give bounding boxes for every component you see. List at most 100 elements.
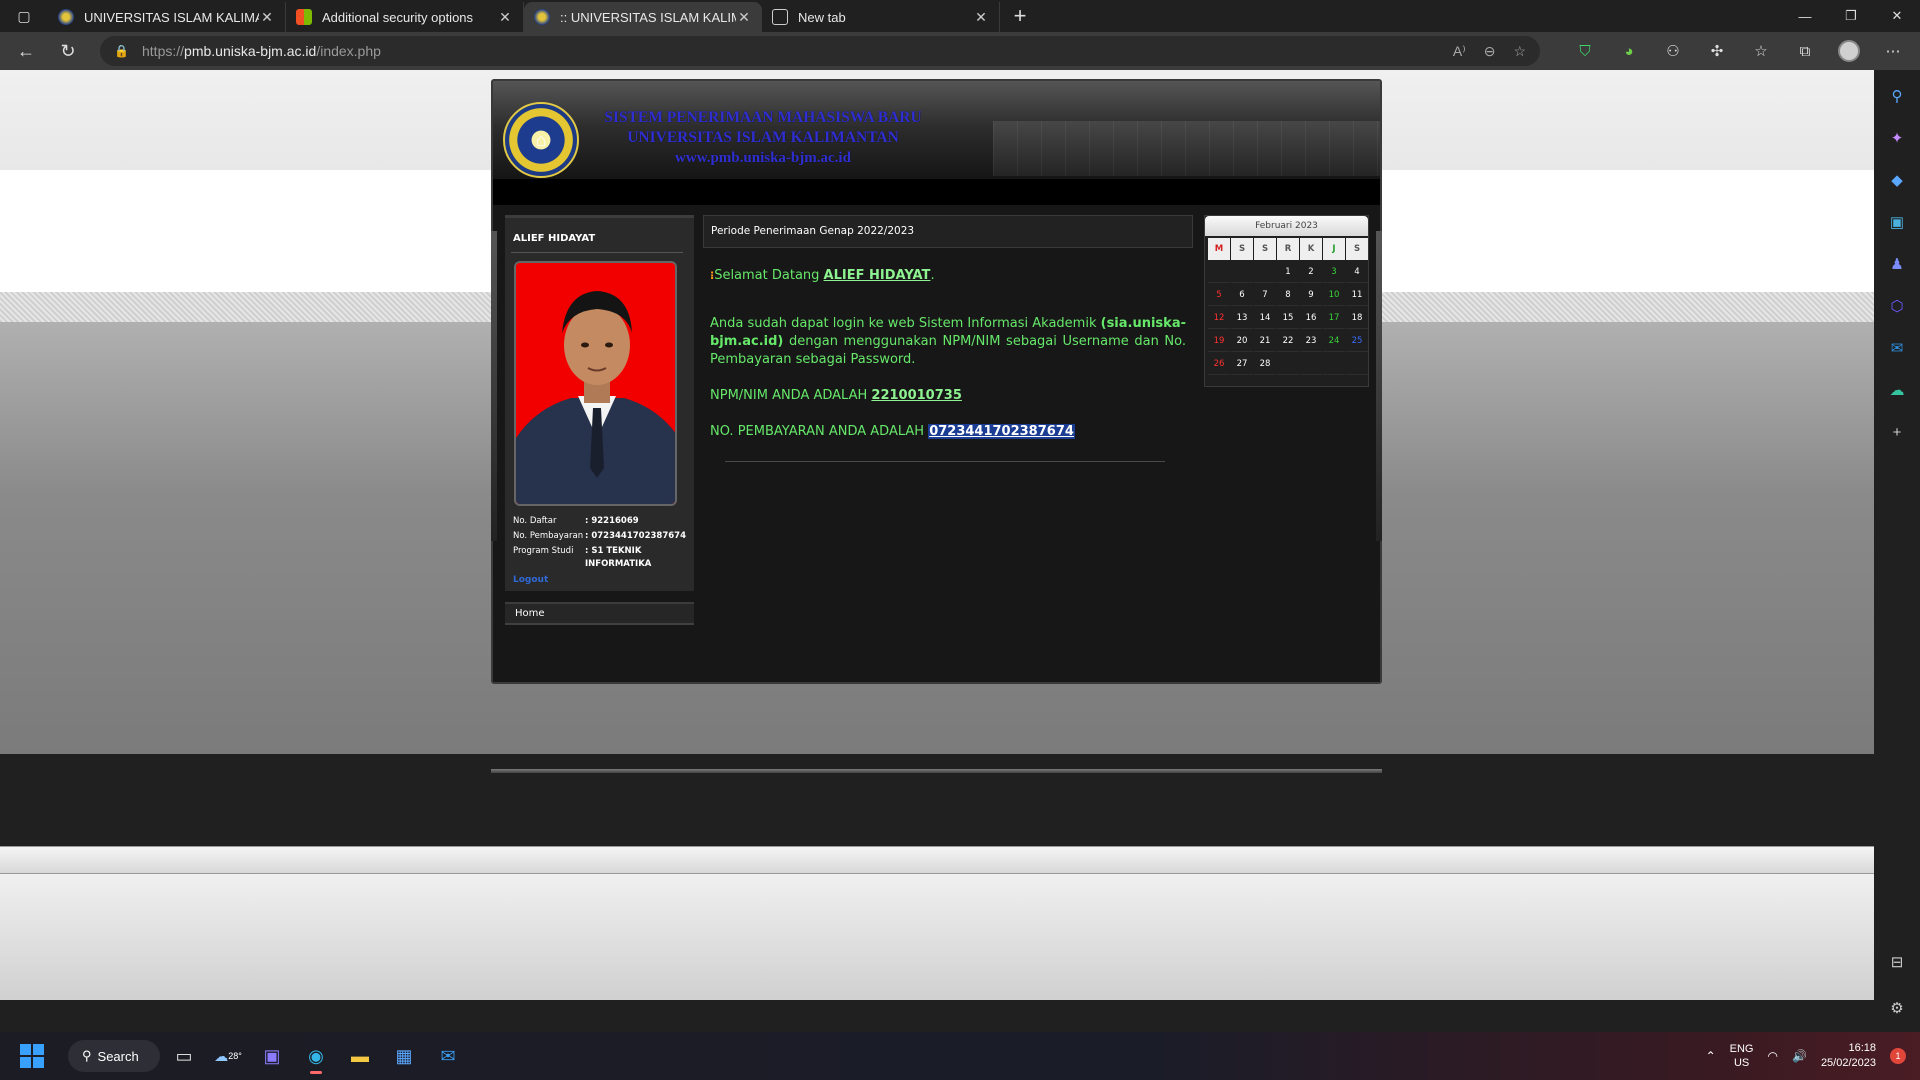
collections-icon[interactable]: ⧉ <box>1790 36 1820 66</box>
edge-icon[interactable]: ◉ <box>296 1036 336 1076</box>
calendar-day[interactable]: 2 <box>1300 261 1322 283</box>
close-icon[interactable]: ✕ <box>973 9 989 26</box>
tab-security-options[interactable]: Additional security options ✕ <box>286 2 524 32</box>
search-icon[interactable]: ⚲ <box>1883 82 1911 110</box>
gear-icon[interactable]: ⚙ <box>1883 994 1911 1022</box>
new-tab-button[interactable]: + <box>1004 0 1036 32</box>
welcome-name-link[interactable]: ALIEF HIDAYAT <box>824 268 931 283</box>
page-viewport: ⌂ SISTEM PENERIMAAN MAHASISWA BARU UNIVE… <box>0 70 1874 1032</box>
shopping-tag-icon[interactable]: ◆ <box>1883 166 1911 194</box>
calendar-day[interactable]: 10 <box>1323 284 1345 306</box>
calendar-day[interactable]: 22 <box>1277 330 1299 352</box>
language-indicator[interactable]: ENG US <box>1730 1042 1754 1070</box>
tab-uniska-active[interactable]: :: UNIVERSITAS ISLAM KALIMAN ✕ <box>524 2 762 32</box>
notification-badge[interactable]: 1 <box>1890 1048 1906 1064</box>
copilot-icon[interactable]: ✦ <box>1883 124 1911 152</box>
back-icon[interactable]: ← <box>6 35 46 67</box>
microsoft-logo-icon <box>296 9 312 25</box>
chevron-up-icon[interactable]: ⌃ <box>1706 1049 1716 1063</box>
calendar-day[interactable]: 3 <box>1323 261 1345 283</box>
add-icon[interactable]: + <box>1883 418 1911 446</box>
close-window-icon[interactable]: ✕ <box>1874 0 1920 32</box>
restore-icon[interactable]: ❐ <box>1828 0 1874 32</box>
calendar-day[interactable]: 21 <box>1254 330 1276 352</box>
wifi-icon[interactable]: ◠ <box>1768 1049 1778 1063</box>
calendar-day[interactable]: 28 <box>1254 353 1276 375</box>
calendar-day[interactable]: 8 <box>1277 284 1299 306</box>
close-icon[interactable]: ✕ <box>736 9 752 26</box>
favorites-icon[interactable]: ☆ <box>1746 36 1776 66</box>
info-row: No. Daftar : 92216069 <box>513 516 639 526</box>
tab-title: UNIVERSITAS ISLAM KALIMANTAN <box>84 9 259 25</box>
calendar-day[interactable]: 4 <box>1346 261 1368 283</box>
calendar-day[interactable]: 26 <box>1208 353 1230 375</box>
shield-extension-icon[interactable]: ⛉ <box>1570 36 1600 66</box>
teams-icon[interactable]: ▣ <box>252 1036 292 1076</box>
calendar-day[interactable]: 19 <box>1208 330 1230 352</box>
store-icon[interactable]: ▦ <box>384 1036 424 1076</box>
lock-icon[interactable]: 🔒 <box>114 43 130 59</box>
drop-icon[interactable]: ☁ <box>1883 376 1911 404</box>
npm-value-link[interactable]: 2210010735 <box>871 388 961 403</box>
weather-icon[interactable]: ☁ 28° <box>208 1036 248 1076</box>
extension-icon[interactable]: ◕ <box>1614 36 1644 66</box>
tab-actions-icon[interactable]: ▢ <box>0 0 48 32</box>
calendar-day[interactable]: 24 <box>1323 330 1345 352</box>
calendar-day[interactable]: 13 <box>1231 307 1253 329</box>
more-options-icon[interactable]: ⋯ <box>1878 36 1908 66</box>
clock[interactable]: 16:18 25/02/2023 <box>1821 1041 1876 1071</box>
calendar-weekday: K <box>1300 238 1322 260</box>
taskbar-search[interactable]: ⚲ Search <box>68 1040 160 1072</box>
calendar-day[interactable]: 20 <box>1231 330 1253 352</box>
mail-icon[interactable]: ✉ <box>428 1036 468 1076</box>
calendar-day[interactable]: 1 <box>1277 261 1299 283</box>
read-aloud-icon[interactable]: A⁾ <box>1453 43 1466 60</box>
extensions-puzzle-icon[interactable]: ✣ <box>1702 36 1732 66</box>
menu-item-home[interactable]: Home <box>505 602 694 625</box>
profile-icon[interactable] <box>1834 36 1864 66</box>
task-view-icon[interactable]: ▭ <box>164 1036 204 1076</box>
tab-new-tab[interactable]: New tab ✕ <box>762 2 1000 32</box>
person-portrait-icon <box>516 263 675 504</box>
calendar-day[interactable]: 6 <box>1231 284 1253 306</box>
incognito-extension-icon[interactable]: ⚇ <box>1658 36 1688 66</box>
office-icon[interactable]: ⬡ <box>1883 292 1911 320</box>
side-decoration <box>1376 231 1382 541</box>
side-decoration <box>491 231 497 541</box>
zoom-icon[interactable]: ⊖ <box>1484 43 1496 60</box>
hide-sidebar-icon[interactable]: ⊟ <box>1883 948 1911 976</box>
address-bar[interactable]: 🔒 https://pmb.uniska-bjm.ac.id/index.php… <box>100 36 1540 66</box>
calendar-day[interactable]: 7 <box>1254 284 1276 306</box>
npm-line: NPM/NIM ANDA ADALAH 2210010735 <box>710 388 962 403</box>
calendar-day[interactable]: 16 <box>1300 307 1322 329</box>
calendar-day[interactable]: 12 <box>1208 307 1230 329</box>
minimize-icon[interactable]: — <box>1782 0 1828 32</box>
tools-icon[interactable]: ▣ <box>1883 208 1911 236</box>
calendar-day[interactable]: 23 <box>1300 330 1322 352</box>
volume-icon[interactable]: 🔊 <box>1792 1049 1807 1063</box>
calendar-day[interactable]: 9 <box>1300 284 1322 306</box>
refresh-icon[interactable]: ↻ <box>48 35 88 67</box>
logout-link[interactable]: Logout <box>513 575 548 585</box>
calendar-day[interactable]: 18 <box>1346 307 1368 329</box>
calendar-weekday: S <box>1231 238 1253 260</box>
calendar-day[interactable]: 25 <box>1346 330 1368 352</box>
close-icon[interactable]: ✕ <box>497 9 513 26</box>
file-explorer-icon[interactable]: ▬ <box>340 1036 380 1076</box>
calendar-day[interactable]: 17 <box>1323 307 1345 329</box>
calendar-day[interactable]: 27 <box>1231 353 1253 375</box>
uniska-logo-icon <box>58 9 74 25</box>
tab-uniska-1[interactable]: UNIVERSITAS ISLAM KALIMANTAN ✕ <box>48 2 286 32</box>
close-icon[interactable]: ✕ <box>259 9 275 26</box>
windows-start-icon[interactable] <box>12 1036 52 1076</box>
calendar-day[interactable]: 5 <box>1208 284 1230 306</box>
new-tab-icon <box>772 9 788 25</box>
payment-value-link[interactable]: 0723441702387674 <box>928 424 1075 439</box>
add-favorite-icon[interactable]: ☆ <box>1513 43 1526 60</box>
calendar-day[interactable]: 15 <box>1277 307 1299 329</box>
calendar-weekday: J <box>1323 238 1345 260</box>
outlook-icon[interactable]: ✉ <box>1883 334 1911 362</box>
calendar-day[interactable]: 11 <box>1346 284 1368 306</box>
games-icon[interactable]: ♟ <box>1883 250 1911 278</box>
calendar-day[interactable]: 14 <box>1254 307 1276 329</box>
